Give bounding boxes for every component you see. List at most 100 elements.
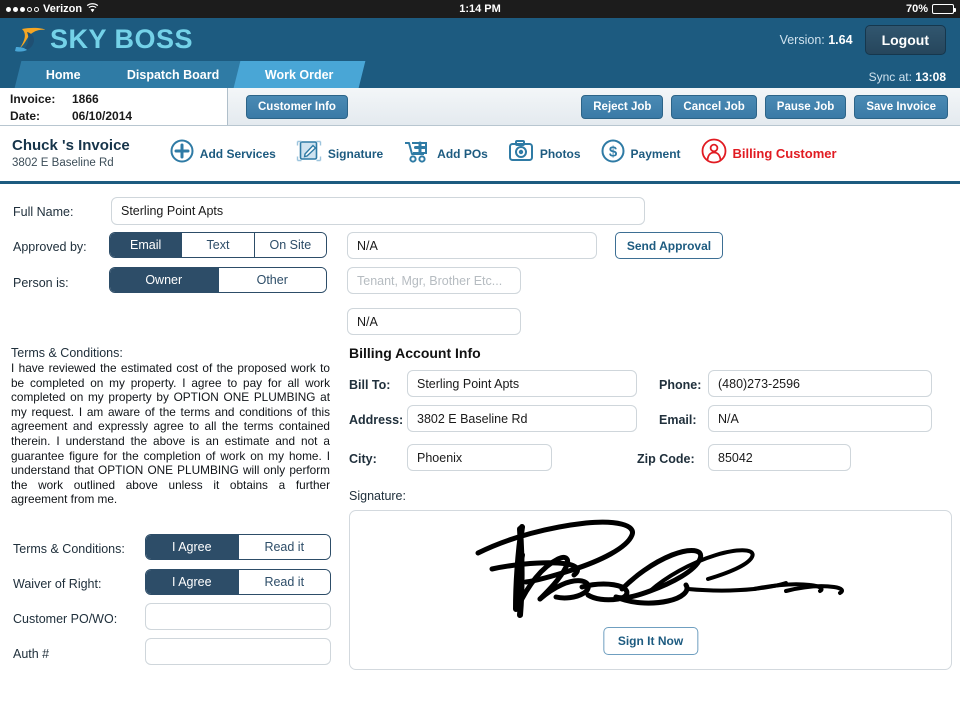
city-label: City:	[349, 452, 377, 466]
phone-label: Phone:	[659, 378, 702, 392]
add-services-label: Add Services	[199, 146, 276, 161]
work-order-form: Full Name: Sterling Point Apts Approved …	[0, 184, 960, 703]
billing-customer-label: Billing Customer	[732, 146, 837, 161]
invoice-title: Chuck 's Invoice	[12, 136, 130, 154]
approved-contact-input[interactable]: N/A	[347, 232, 597, 259]
sky-boss-swoosh-icon	[14, 25, 48, 55]
waiver-agree-option[interactable]: I Agree	[146, 570, 239, 594]
email-label: Email:	[659, 413, 697, 427]
logout-button[interactable]: Logout	[864, 24, 946, 55]
invoice-meta-bar: Invoice: 1866 Date: 06/10/2014 Customer …	[0, 88, 960, 126]
terms-read-it-option[interactable]: Read it	[238, 535, 330, 559]
header-right: Version: 1.64 Logout	[780, 24, 946, 55]
sync-label: Sync at:	[868, 70, 912, 84]
invoice-meta: Invoice: 1866 Date: 06/10/2014	[0, 88, 228, 125]
zip-code-input[interactable]: 85042	[708, 444, 851, 471]
invoice-title-block: Chuck 's Invoice 3802 E Baseline Rd	[12, 137, 130, 170]
billing-customer-button[interactable]: Billing Customer	[701, 138, 837, 169]
app-header: SKY BOSS Version: 1.64 Logout	[0, 18, 960, 61]
status-bar-clock: 1:14 PM	[459, 3, 501, 15]
sign-it-now-button[interactable]: Sign It Now	[602, 627, 699, 655]
waiver-segmented-control[interactable]: I Agree Read it	[145, 569, 331, 595]
payment-button[interactable]: $ Payment	[601, 139, 681, 168]
email-input[interactable]: N/A	[708, 405, 932, 432]
date-value: 06/10/2014	[72, 108, 133, 123]
person-is-option-other[interactable]: Other	[218, 268, 326, 292]
send-approval-button[interactable]: Send Approval	[615, 232, 723, 259]
invoice-date-row: Date: 06/10/2014	[10, 108, 227, 125]
invoice-address: 3802 E Baseline Rd	[12, 156, 114, 169]
terms-agree-option[interactable]: I Agree	[146, 535, 239, 559]
add-pos-button[interactable]: Add POs	[403, 139, 488, 168]
app-brand-name: SKY BOSS	[50, 24, 194, 54]
save-invoice-button[interactable]: Save Invoice	[854, 94, 948, 119]
signature-button[interactable]: Signature	[296, 139, 383, 168]
phone-input[interactable]: (480)273-2596	[708, 370, 932, 397]
camera-icon	[508, 139, 534, 168]
waiver-read-it-option[interactable]: Read it	[238, 570, 330, 594]
photos-label: Photos	[539, 146, 581, 161]
sync-status: Sync at: 13:08	[869, 70, 946, 84]
auth-number-label: Auth #	[13, 647, 50, 661]
invoice-number-row: Invoice: 1866	[10, 91, 227, 108]
reject-job-button[interactable]: Reject Job	[581, 94, 664, 119]
invoice-actions: Customer Info Reject Job Cancel Job Paus…	[228, 88, 960, 125]
pause-job-button[interactable]: Pause Job	[764, 94, 847, 119]
approved-by-option-on-site[interactable]: On Site	[254, 233, 326, 257]
date-label: Date:	[10, 108, 41, 123]
tab-dispatch-board[interactable]: Dispatch Board	[95, 61, 251, 88]
full-name-input[interactable]: Sterling Point Apts	[111, 197, 645, 225]
person-circle-icon	[701, 138, 727, 169]
plus-circle-icon	[170, 139, 194, 168]
person-extra-input[interactable]: N/A	[347, 308, 521, 335]
customer-info-button[interactable]: Customer Info	[246, 94, 348, 119]
cancel-job-button[interactable]: Cancel Job	[671, 94, 757, 119]
payment-label: Payment	[630, 146, 681, 161]
customer-po-input[interactable]	[145, 603, 331, 630]
terms-heading: Terms & Conditions:	[11, 346, 123, 360]
signature-label: Signature	[327, 146, 384, 161]
sync-value: 13:08	[915, 70, 946, 84]
signature-canvas[interactable]: Sign It Now	[349, 510, 952, 670]
photos-button[interactable]: Photos	[508, 139, 581, 168]
city-input[interactable]: Phoenix	[407, 444, 552, 471]
terms-agreement-label: Terms & Conditions:	[13, 542, 125, 556]
add-pos-label: Add POs	[437, 146, 488, 161]
signature-pencil-icon	[296, 139, 322, 168]
app-version: Version: 1.64	[780, 33, 853, 47]
approved-by-option-text[interactable]: Text	[182, 233, 255, 257]
bill-to-input[interactable]: Sterling Point Apts	[407, 370, 637, 397]
person-is-segmented-control[interactable]: Owner Other	[109, 267, 327, 293]
invoice-label: Invoice:	[10, 91, 56, 106]
version-label: Version:	[779, 32, 825, 47]
invoice-toolbar: Chuck 's Invoice 3802 E Baseline Rd Add …	[0, 126, 960, 184]
invoice-value: 1866	[72, 91, 99, 106]
bill-to-label: Bill To:	[349, 378, 391, 392]
address-input[interactable]: 3802 E Baseline Rd	[407, 405, 637, 432]
add-services-button[interactable]: Add Services	[170, 139, 276, 168]
invoice-tool-list: Add Services Signature Add POs Photos $ …	[170, 138, 837, 169]
terms-agreement-segmented-control[interactable]: I Agree Read it	[145, 534, 331, 560]
waiver-label: Waiver of Right:	[13, 577, 102, 591]
full-name-label: Full Name:	[13, 205, 74, 219]
tab-work-order[interactable]: Work Order	[233, 61, 366, 88]
customer-po-label: Customer PO/WO:	[13, 612, 118, 626]
address-label: Address:	[349, 413, 404, 427]
approved-by-option-email[interactable]: Email	[110, 233, 183, 257]
app-logo: SKY BOSS	[14, 25, 193, 55]
approved-by-segmented-control[interactable]: Email Text On Site	[109, 232, 327, 258]
person-is-option-owner[interactable]: Owner	[110, 268, 219, 292]
version-value: 1.64	[828, 32, 853, 47]
status-bar-right: 70%	[906, 3, 956, 15]
approved-by-label: Approved by:	[13, 240, 87, 254]
auth-number-input[interactable]	[145, 638, 331, 665]
tab-work-order-label: Work Order	[265, 67, 334, 82]
signature-label: Signature:	[349, 489, 406, 503]
ios-status-bar: Verizon 1:14 PM 70%	[0, 0, 960, 18]
main-tab-bar: Home Dispatch Board Work Order Sync at: …	[0, 61, 960, 88]
dollar-circle-icon: $	[601, 139, 625, 168]
cart-plus-icon	[403, 139, 431, 168]
zip-code-label: Zip Code:	[637, 452, 695, 466]
person-relation-input[interactable]: Tenant, Mgr, Brother Etc...	[347, 267, 521, 294]
billing-section-title: Billing Account Info	[349, 345, 481, 361]
